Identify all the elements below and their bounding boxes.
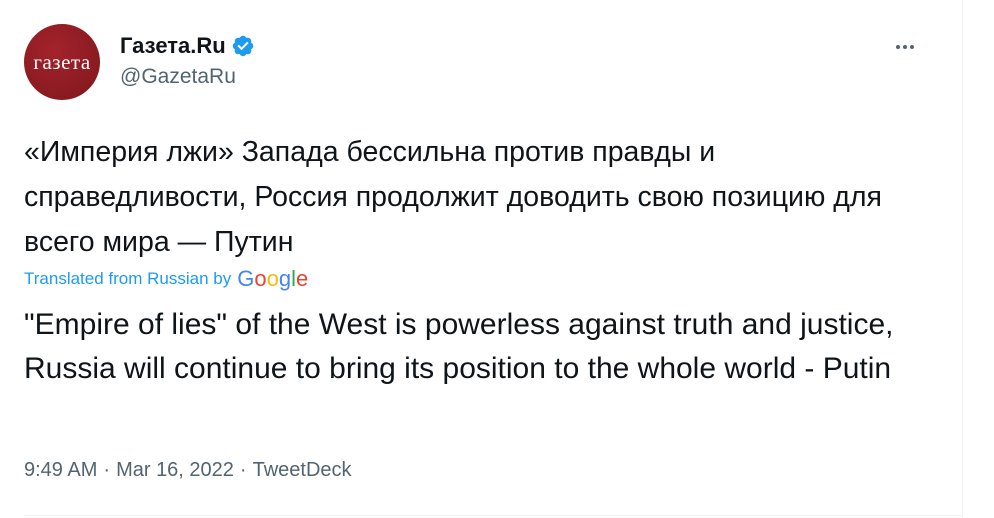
tweet-translated-text: "Empire of lies" of the West is powerles… [24,308,894,385]
column-divider [962,0,963,518]
google-logo: Google [237,266,308,292]
avatar-logo-text: газета [33,49,91,74]
more-options-icon [896,45,914,49]
google-wordmark-letter: o [266,266,279,291]
name-row: Газета.Ru [120,33,255,59]
tweet-date[interactable]: Mar 16, 2022 [116,459,234,482]
google-wordmark-letter: o [254,266,267,291]
translated-from-label: Translated from Russian by [24,269,232,288]
google-wordmark: Google [237,266,308,292]
tweet-time[interactable]: 9:49 AM [24,459,97,482]
author-handle[interactable]: @GazetaRu [120,65,255,89]
verified-badge-icon [231,34,255,58]
author-display-name[interactable]: Газета.Ru [120,33,226,59]
meta-separator: · [239,459,247,481]
tweet-metadata: 9:49 AM · Mar 16, 2022 · TweetDeck [24,459,352,482]
avatar[interactable]: газета [24,24,100,100]
more-options-button[interactable] [893,35,917,59]
google-wordmark-letter: G [237,266,255,291]
google-wordmark-letter: e [296,266,309,291]
translation-attribution[interactable]: Translated from Russian by Google [24,266,308,292]
tweet-card: газета Газета.Ru @GazetaRu «Империя лжи»… [0,0,962,518]
tweet-source[interactable]: TweetDeck [253,459,352,482]
google-wordmark-letter: g [278,266,292,291]
tweet-original-text: «Империя лжи» Запада бессильна против пр… [24,136,882,258]
meta-separator: · [103,459,111,481]
author-info: Газета.Ru @GazetaRu [120,33,255,89]
divider [24,515,962,516]
